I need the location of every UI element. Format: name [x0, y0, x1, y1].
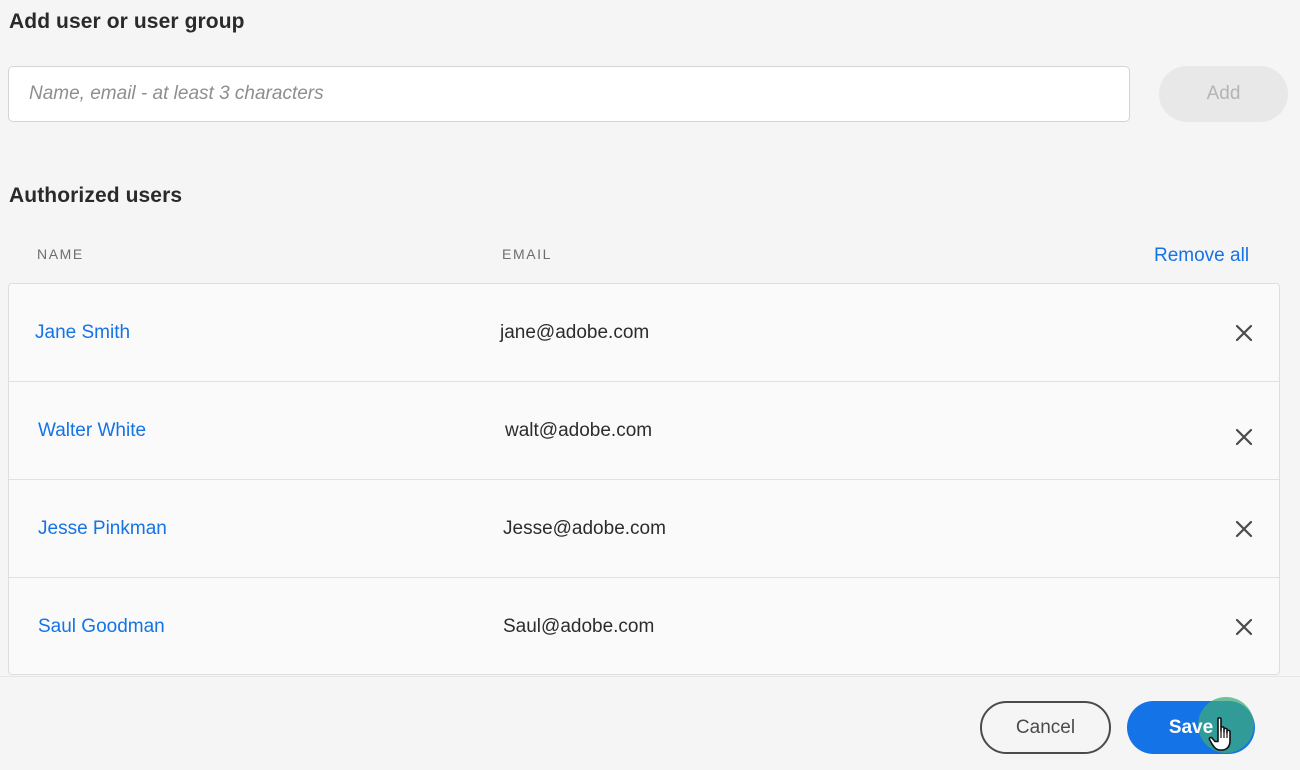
add-button[interactable]: Add — [1159, 66, 1288, 122]
user-name-link[interactable]: Jane Smith — [35, 284, 130, 381]
save-button-label: Save — [1168, 716, 1214, 738]
user-name-link[interactable]: Walter White — [38, 382, 146, 479]
table-row: Saul Goodman Saul@adobe.com — [9, 578, 1279, 676]
user-email: Jesse@adobe.com — [503, 517, 666, 539]
close-icon[interactable] — [1229, 514, 1259, 544]
remove-all-link[interactable]: Remove all — [1154, 245, 1249, 267]
table-row: Jane Smith jane@adobe.com — [9, 284, 1279, 382]
column-header-email: EMAIL — [502, 246, 553, 262]
cancel-button[interactable]: Cancel — [980, 701, 1111, 754]
add-user-section-title: Add user or user group — [9, 10, 245, 33]
authorized-users-table: Jane Smith jane@adobe.com Walter White w… — [8, 283, 1280, 675]
footer-divider — [0, 676, 1300, 677]
close-icon[interactable] — [1229, 612, 1259, 642]
authorized-users-title: Authorized users — [9, 184, 183, 207]
close-icon[interactable] — [1229, 422, 1259, 452]
table-row: Walter White walt@adobe.com — [9, 382, 1279, 480]
save-button[interactable]: Save — [1127, 701, 1255, 754]
user-name-link[interactable]: Jesse Pinkman — [38, 480, 167, 577]
user-email: Saul@adobe.com — [503, 616, 655, 637]
user-search-input[interactable] — [8, 66, 1130, 122]
user-name-link[interactable]: Saul Goodman — [38, 578, 165, 676]
add-users-dialog: Add user or user group Add Authorized us… — [0, 0, 1300, 770]
close-icon[interactable] — [1229, 318, 1259, 348]
user-email: jane@adobe.com — [500, 321, 650, 343]
column-header-name: NAME — [37, 246, 84, 262]
table-row: Jesse Pinkman Jesse@adobe.com — [9, 480, 1279, 578]
user-email: walt@adobe.com — [505, 419, 653, 441]
